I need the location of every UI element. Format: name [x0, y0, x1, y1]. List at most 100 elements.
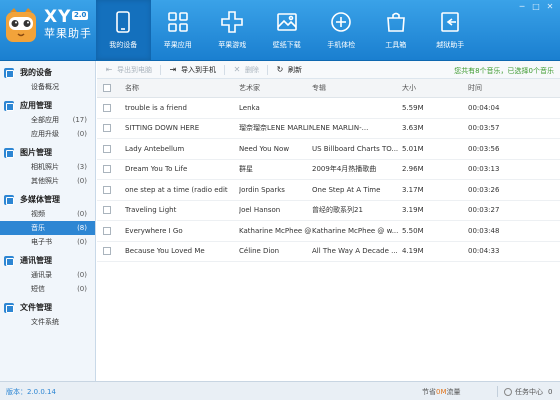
nav-label: 苹果游戏: [218, 41, 247, 49]
song-name: trouble is a friend: [125, 103, 187, 112]
import-to-phone-button[interactable]: ⇥ 导入到手机: [169, 65, 216, 75]
song-name: Everywhere I Go: [125, 226, 183, 235]
row-checkbox[interactable]: [97, 103, 116, 112]
sidebar-item-count: (3): [77, 163, 87, 171]
row-checkbox[interactable]: [97, 124, 116, 133]
nav-toolbox[interactable]: 工具箱: [369, 0, 424, 60]
import-icon: ⇥: [169, 64, 177, 74]
brand-version-badge: 2.0: [72, 11, 89, 20]
sidebar-group-my-device[interactable]: 我的设备: [0, 65, 95, 80]
col-header-time[interactable]: 时间: [468, 83, 538, 93]
sidebar-group-photo-management[interactable]: 图片管理: [0, 145, 95, 160]
task-center-button[interactable]: 任务中心 0: [504, 387, 552, 397]
sidebar-item-count: (0): [77, 271, 87, 279]
checkbox-box: [102, 124, 111, 133]
song-name: Dream You To Life: [125, 165, 188, 174]
table-row[interactable]: Traveling Light Joel Hanson 曾经的歌系列21 3.19M 0…: [97, 201, 560, 221]
sidebar-item-label: 设备概况: [31, 83, 59, 91]
nav-apple-games[interactable]: 苹果游戏: [205, 0, 260, 60]
sidebar-item-other-photos[interactable]: 其他照片 (0): [0, 174, 95, 188]
table-row[interactable]: Lady Antebellum Need You Now US Billboard …: [97, 139, 560, 160]
select-all-checkbox[interactable]: [97, 84, 116, 92]
artist-name: 瑠奈瑠奈LENE MARLIN: [239, 124, 312, 133]
traffic-prefix: 节省: [422, 388, 436, 396]
export-to-pc-button[interactable]: ⇤ 导出到电脑: [105, 65, 152, 75]
delete-button[interactable]: ✕ 删除: [233, 65, 259, 75]
nav-label: 我的设备: [109, 41, 138, 49]
file-size: 3.19M: [402, 206, 424, 215]
sidebar-group-label: 我的设备: [20, 68, 52, 77]
checkbox-box: [102, 144, 111, 153]
task-center-label: 任务中心: [515, 388, 543, 396]
nav-phone-checkup[interactable]: 手机体检: [314, 0, 369, 60]
album-name: One Step At A Time: [312, 185, 381, 194]
sidebar-item-label: 应用升级: [31, 130, 59, 138]
duration: 00:04:04: [468, 103, 500, 112]
sidebar-group-app-management[interactable]: 应用管理: [0, 98, 95, 113]
sidebar-group-label: 图片管理: [20, 148, 52, 157]
table-row[interactable]: Everywhere I Go Katharine McPhee @ ...Kat…: [97, 221, 560, 242]
col-header-size[interactable]: 大小: [402, 83, 468, 93]
nav-label: 工具箱: [385, 41, 407, 49]
row-checkbox[interactable]: [97, 144, 116, 153]
selection-status: 您共有8个音乐，已选择0个音乐: [454, 67, 554, 75]
maximize-icon[interactable]: □: [530, 2, 542, 12]
folder-icon: [4, 302, 14, 313]
delete-icon: ✕: [233, 64, 241, 74]
nav-apple-apps[interactable]: 苹果应用: [151, 0, 206, 60]
close-icon[interactable]: ✕: [544, 2, 556, 12]
sidebar-item-all-apps[interactable]: 全部应用 (17): [0, 113, 95, 127]
sidebar-item-contacts[interactable]: 通讯录 (0): [0, 268, 95, 282]
sidebar-item-count: (0): [77, 130, 87, 138]
nav-my-device[interactable]: 我的设备: [96, 0, 151, 60]
import-label: 导入到手机: [181, 65, 216, 74]
sidebar-item-count: (17): [72, 116, 87, 124]
song-name: SITTING DOWN HERE: [125, 124, 200, 133]
col-header-name[interactable]: 名称: [116, 83, 239, 93]
table-row[interactable]: one step at a time (radio edit Jordin Spa…: [97, 180, 560, 201]
duration: 00:04:33: [468, 247, 500, 256]
sidebar-group-file-management[interactable]: 文件管理: [0, 300, 95, 315]
sidebar-item-video[interactable]: 视频 (0): [0, 207, 95, 221]
sidebar-item-ebooks[interactable]: 电子书 (0): [0, 235, 95, 249]
sidebar-item-file-system[interactable]: 文件系统: [0, 315, 95, 329]
sidebar-item-device-overview[interactable]: 设备概况: [0, 80, 95, 94]
sidebar-item-music[interactable]: 音乐 (8): [0, 221, 95, 235]
nav-label: 壁纸下载: [272, 41, 301, 49]
minimize-icon[interactable]: ─: [516, 2, 528, 12]
sidebar-group-contacts-management[interactable]: 通讯管理: [0, 253, 95, 268]
sidebar-item-count: (8): [77, 224, 87, 232]
brand-name: XY: [44, 7, 72, 27]
artist-name: Céline Dion: [239, 247, 280, 256]
jailbreak-icon: [441, 12, 460, 32]
row-checkbox[interactable]: [97, 185, 116, 194]
table-header: 名称 艺术家 专辑 大小 时间: [97, 79, 560, 98]
row-checkbox[interactable]: [97, 165, 116, 174]
nav-wallpaper-download[interactable]: 壁纸下载: [260, 0, 315, 60]
brand-subtitle: 苹果助手: [44, 27, 92, 40]
row-checkbox[interactable]: [97, 247, 116, 256]
status-divider: [497, 386, 498, 397]
album-name: Katharine McPhee @ w...: [312, 226, 399, 235]
file-size: 2.96M: [402, 165, 424, 174]
export-label: 导出到电脑: [117, 65, 152, 74]
checkbox-box: [102, 247, 111, 256]
table-row[interactable]: SITTING DOWN HERE 瑠奈瑠奈LENE MARLIN LENE MAR…: [97, 119, 560, 139]
task-count: 0: [548, 388, 553, 396]
sidebar-item-sms[interactable]: 短信 (0): [0, 282, 95, 296]
song-name: one step at a time (radio edit: [125, 185, 228, 194]
table-row[interactable]: Because You Loved Me Céline Dion All The W…: [97, 242, 560, 262]
sidebar-item-camera-photos[interactable]: 相机照片 (3): [0, 160, 95, 174]
sidebar-item-app-updates[interactable]: 应用升级 (0): [0, 127, 95, 141]
nav-jailbreak-helper[interactable]: 越狱助手: [423, 0, 478, 60]
sidebar-group-media-management[interactable]: 多媒体管理: [0, 192, 95, 207]
col-header-artist[interactable]: 艺术家: [239, 83, 312, 93]
table-row[interactable]: Dream You To Life 群星 2009年4月热播歌曲 2.96M 00:03…: [97, 160, 560, 180]
row-checkbox[interactable]: [97, 226, 116, 235]
checkbox-box: [102, 84, 111, 92]
col-header-album[interactable]: 专辑: [312, 83, 402, 93]
refresh-button[interactable]: ↻ 刷新: [276, 65, 302, 75]
table-row[interactable]: trouble is a friend Lenka 5.59M 00:04:04: [97, 98, 560, 119]
row-checkbox[interactable]: [97, 206, 116, 215]
sidebar-item-label: 短信: [31, 285, 45, 293]
